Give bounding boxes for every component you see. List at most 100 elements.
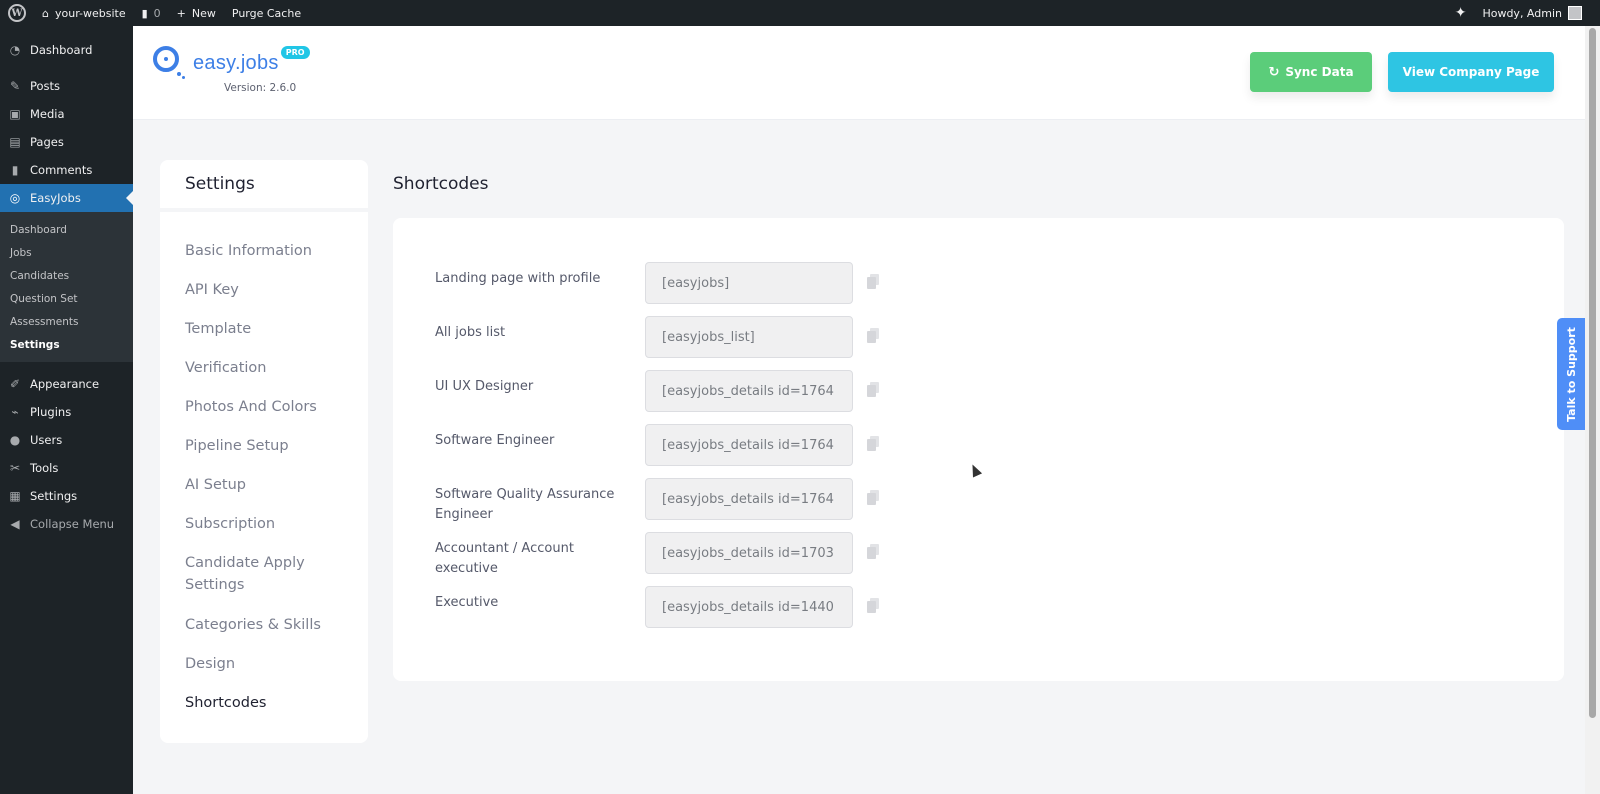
sidebar-item-users[interactable]: ● Users — [0, 426, 133, 454]
wordpress-icon: W — [8, 4, 26, 22]
shortcode-label: UI UX Designer — [435, 379, 534, 394]
scrollbar-thumb[interactable] — [1589, 28, 1596, 718]
shortcode-input[interactable] — [645, 262, 853, 304]
shortcode-input[interactable] — [645, 478, 853, 520]
comments-link[interactable]: ▮ 0 — [134, 0, 169, 26]
nav-item-photos-and-colors[interactable]: Photos And Colors — [160, 388, 368, 427]
shortcode-row: UI UX Designer — [435, 370, 885, 412]
shortcode-label: Landing page with profile — [435, 271, 601, 286]
logo-text: easy.jobs — [193, 52, 279, 74]
easyjobs-icon: ◎ — [9, 191, 21, 205]
shortcode-label: All jobs list — [435, 325, 506, 340]
nav-item-verification[interactable]: Verification — [160, 349, 368, 388]
plug-icon: ⌁ — [11, 405, 19, 419]
account-menu[interactable]: Howdy, Admin — [1474, 0, 1600, 26]
shortcode-input[interactable] — [645, 316, 853, 358]
user-icon: ● — [9, 433, 21, 447]
nav-item-ai-setup[interactable]: AI Setup — [160, 466, 368, 505]
sparkle-icon: ✦ — [1454, 5, 1467, 21]
pages-icon: ▤ — [9, 135, 21, 149]
nav-item-subscription[interactable]: Subscription — [160, 505, 368, 544]
nav-item-categories-skills[interactable]: Categories & Skills — [160, 606, 368, 645]
sidebar-item-posts[interactable]: ✎ Posts — [0, 72, 133, 100]
submenu-item-dashboard[interactable]: Dashboard — [0, 218, 133, 241]
admin-sidebar: ◔ Dashboard ✎ Posts ▣ Media ▤ Pages ▮ Co… — [0, 26, 133, 794]
nav-item-template[interactable]: Template — [160, 310, 368, 349]
pin-icon: ✎ — [9, 79, 21, 93]
settings-nav: Settings Basic Information API Key Templ… — [160, 160, 368, 743]
settings-icon: ▦ — [9, 489, 21, 503]
sidebar-item-plugins[interactable]: ⌁ Plugins — [0, 398, 133, 426]
nav-item-pipeline-setup[interactable]: Pipeline Setup — [160, 427, 368, 466]
plugin-header: easy.jobs PRO Version: 2.6.0 ↻ Sync Data… — [133, 26, 1585, 120]
new-content-link[interactable]: + New — [169, 0, 224, 26]
easyjobs-submenu: Dashboard Jobs Candidates Question Set A… — [0, 212, 133, 362]
shortcode-input[interactable] — [645, 532, 853, 574]
nav-item-candidate-apply-settings[interactable]: Candidate Apply Settings — [160, 544, 368, 606]
sidebar-item-media[interactable]: ▣ Media — [0, 100, 133, 128]
settings-nav-title: Settings — [160, 160, 368, 212]
shortcode-label: Software Engineer — [435, 433, 555, 448]
shortcode-label: Software Quality Assurance Engineer — [435, 487, 615, 523]
wrench-icon: ✂ — [9, 461, 21, 475]
copy-icon[interactable] — [867, 382, 879, 397]
sidebar-item-easyjobs[interactable]: ◎ EasyJobs — [0, 184, 133, 212]
nav-item-design[interactable]: Design — [160, 645, 368, 684]
shortcode-row: Software Engineer — [435, 424, 885, 466]
pro-badge: PRO — [280, 46, 310, 59]
refresh-icon: ↻ — [1268, 64, 1280, 80]
media-icon: ▣ — [9, 107, 21, 121]
collapse-menu-button[interactable]: ◀ Collapse Menu — [0, 510, 133, 538]
shortcode-row: Accountant / Account executive — [435, 532, 885, 576]
shortcode-input[interactable] — [645, 586, 853, 628]
copy-icon[interactable] — [867, 274, 879, 289]
copy-icon[interactable] — [867, 490, 879, 505]
sync-data-button[interactable]: ↻ Sync Data — [1250, 52, 1372, 92]
copy-icon[interactable] — [867, 436, 879, 451]
view-company-page-button[interactable]: View Company Page — [1388, 52, 1554, 92]
sidebar-item-pages[interactable]: ▤ Pages — [0, 128, 133, 156]
nav-item-shortcodes[interactable]: Shortcodes — [160, 684, 368, 723]
shortcode-row: Software Quality Assurance Engineer — [435, 478, 885, 522]
copy-icon[interactable] — [867, 544, 879, 559]
easyjobs-logo-icon — [151, 44, 185, 79]
version-text: Version: 2.6.0 — [224, 82, 297, 94]
sidebar-item-comments[interactable]: ▮ Comments — [0, 156, 133, 184]
copy-icon[interactable] — [867, 328, 879, 343]
submenu-item-settings[interactable]: Settings — [0, 333, 133, 356]
wordpress-logo-button[interactable]: W — [0, 0, 34, 26]
home-icon: ⌂ — [42, 6, 49, 20]
shortcodes-title: Shortcodes — [393, 174, 489, 194]
submenu-item-assessments[interactable]: Assessments — [0, 310, 133, 333]
shortcode-input[interactable] — [645, 424, 853, 466]
shortcode-input[interactable] — [645, 370, 853, 412]
nav-item-api-key[interactable]: API Key — [160, 271, 368, 310]
sidebar-item-tools[interactable]: ✂ Tools — [0, 454, 133, 482]
sidebar-item-dashboard[interactable]: ◔ Dashboard — [0, 36, 133, 64]
site-name-link[interactable]: ⌂ your-website — [34, 0, 134, 26]
sidebar-item-appearance[interactable]: ✐ Appearance — [0, 370, 133, 398]
shortcodes-card: Landing page with profile All jobs list … — [393, 218, 1564, 681]
easyjobs-logo: easy.jobs PRO — [151, 44, 310, 79]
submenu-item-jobs[interactable]: Jobs — [0, 241, 133, 264]
brush-icon: ✐ — [9, 377, 21, 391]
talk-to-support-tab[interactable]: Talk to Support — [1557, 318, 1585, 430]
avatar — [1568, 6, 1582, 20]
purge-cache-link[interactable]: Purge Cache — [224, 0, 309, 26]
shortcode-row: Landing page with profile — [435, 262, 885, 304]
shortcode-row: Executive — [435, 586, 885, 628]
shortcode-label: Accountant / Account executive — [435, 541, 574, 577]
ai-sparkle-button[interactable]: ✦ — [1447, 0, 1475, 26]
collapse-icon: ◀ — [10, 517, 20, 531]
plus-icon: + — [176, 6, 186, 20]
shortcode-row: All jobs list — [435, 316, 885, 358]
submenu-item-candidates[interactable]: Candidates — [0, 264, 133, 287]
comment-icon: ▮ — [11, 163, 19, 177]
shortcode-label: Executive — [435, 595, 499, 610]
nav-item-basic-information[interactable]: Basic Information — [160, 232, 368, 271]
page-scrollbar[interactable] — [1585, 26, 1600, 794]
copy-icon[interactable] — [867, 598, 879, 613]
submenu-item-question-set[interactable]: Question Set — [0, 287, 133, 310]
sidebar-item-settings[interactable]: ▦ Settings — [0, 482, 133, 510]
comment-bubble-icon: ▮ — [141, 6, 148, 20]
